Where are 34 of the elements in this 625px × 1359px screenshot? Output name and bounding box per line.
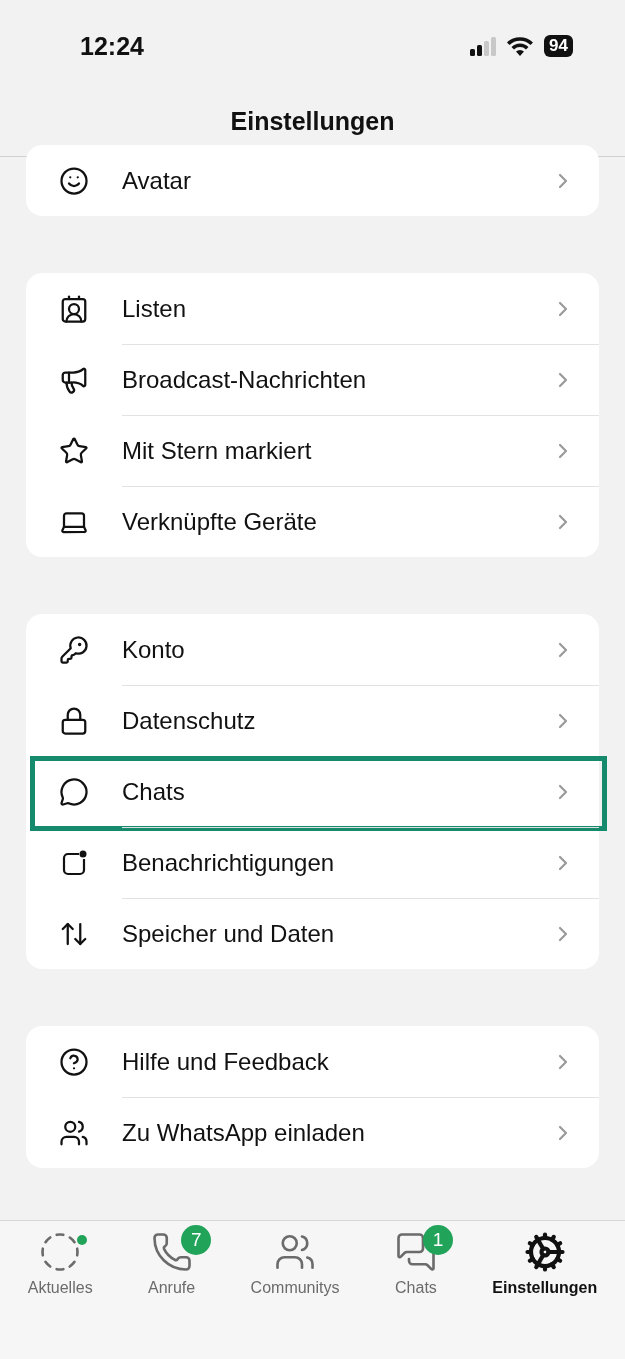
status-icon bbox=[39, 1231, 82, 1273]
settings-item[interactable]: Chats bbox=[122, 778, 185, 806]
settings-item[interactable]: Verknüpfte Geräte bbox=[122, 508, 317, 536]
count-badge: 7 bbox=[181, 1225, 212, 1255]
status-time: 12:24 bbox=[80, 31, 144, 61]
settings-item[interactable]: Datenschutz bbox=[122, 707, 256, 735]
contact-card-icon bbox=[59, 293, 89, 324]
tab[interactable]: Communitys bbox=[234, 1223, 356, 1301]
settings-item[interactable]: Hilfe und Feedback bbox=[122, 1047, 329, 1076]
phone-icon bbox=[150, 1231, 193, 1273]
tab[interactable]: Anrufe 7 bbox=[132, 1223, 212, 1301]
help-icon bbox=[59, 1046, 89, 1077]
settings-item[interactable]: Konto bbox=[122, 635, 185, 664]
settings-item[interactable]: Zu WhatsApp einladen bbox=[122, 1119, 365, 1147]
star-icon bbox=[59, 435, 89, 466]
settings-item[interactable]: Avatar bbox=[122, 166, 191, 195]
settings-icon bbox=[523, 1231, 566, 1273]
signal-icon bbox=[470, 36, 497, 56]
tab[interactable]: Einstellungen bbox=[476, 1223, 614, 1301]
speech-bubble-icon bbox=[59, 776, 89, 807]
settings-item[interactable]: Broadcast-Nachrichten bbox=[122, 366, 367, 394]
tab[interactable]: Aktuelles bbox=[11, 1223, 109, 1301]
settings-item[interactable]: Listen bbox=[122, 294, 187, 323]
smiley-icon bbox=[59, 165, 89, 196]
settings-item[interactable]: Speicher und Daten bbox=[122, 920, 335, 948]
battery-level: 94 bbox=[544, 35, 573, 57]
tab[interactable]: Chats 1 bbox=[378, 1223, 453, 1301]
key-icon bbox=[59, 634, 89, 665]
count-badge: 1 bbox=[422, 1225, 453, 1255]
settings-item[interactable]: Mit Stern markiert bbox=[122, 437, 312, 465]
lock-icon bbox=[59, 705, 89, 736]
settings-item[interactable]: Benachrichtigungen bbox=[122, 849, 335, 877]
wifi-icon bbox=[506, 36, 535, 56]
page-title: Einstellungen bbox=[230, 106, 395, 136]
